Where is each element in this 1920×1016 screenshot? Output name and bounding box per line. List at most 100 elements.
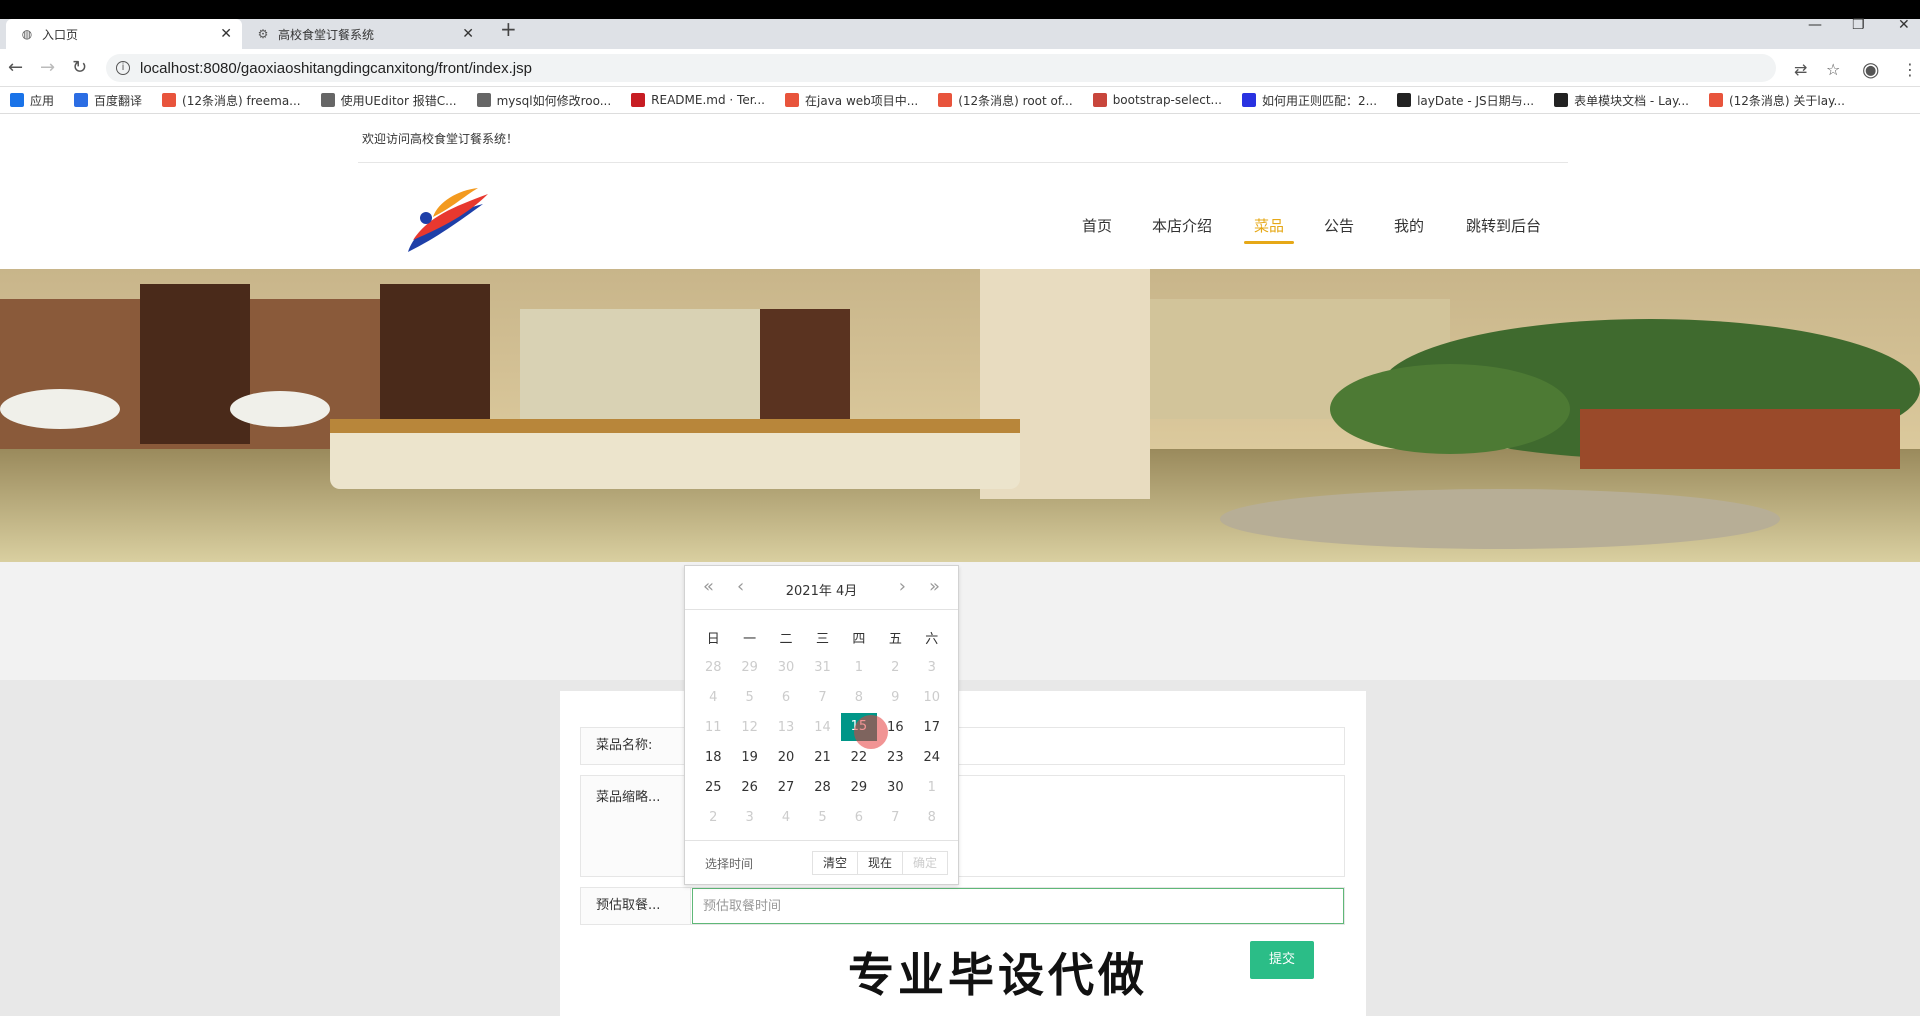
bookmark-item[interactable]: (12条消息) root of...	[938, 92, 1073, 109]
calendar-day[interactable]: 25	[695, 772, 731, 802]
calendar-day[interactable]: 18	[695, 742, 731, 772]
layui-icon	[1554, 93, 1569, 107]
calendar-day[interactable]: 4	[768, 802, 804, 832]
calendar-day[interactable]: 20	[768, 742, 804, 772]
next-month-icon[interactable]: ›	[899, 576, 906, 597]
calendar-day-label: 25	[704, 779, 722, 795]
calendar-day[interactable]: 8	[914, 802, 950, 832]
calendar-day[interactable]: 6	[841, 802, 877, 832]
next-year-icon[interactable]: »	[929, 576, 940, 597]
divider	[358, 162, 1568, 163]
select-time-link[interactable]: 选择时间	[705, 855, 753, 872]
tab-entry[interactable]: ◍ 入口页 ✕	[6, 19, 242, 49]
nav-admin[interactable]: 跳转到后台	[1456, 214, 1551, 254]
calendar-day-label: 22	[850, 749, 868, 765]
calendar-day[interactable]: 7	[804, 682, 840, 712]
calendar-day[interactable]: 13	[768, 712, 804, 742]
watermark-text: 专业毕设代做	[848, 948, 1148, 1002]
weekday-label: 三	[815, 631, 829, 647]
calendar-day[interactable]: 26	[731, 772, 767, 802]
calendar-day[interactable]: 1	[914, 772, 950, 802]
calendar-day[interactable]: 17	[914, 712, 950, 742]
nav-home[interactable]: 首页	[1072, 214, 1122, 254]
calendar-day[interactable]: 30	[768, 652, 804, 682]
calendar-day[interactable]: 3	[914, 652, 950, 682]
calendar-day[interactable]: 8	[841, 682, 877, 712]
bookmark-item[interactable]: 在java web项目中...	[785, 92, 918, 109]
bookmark-item[interactable]: 表单模块文档 - Lay...	[1554, 92, 1689, 109]
calendar-day[interactable]: 2	[695, 802, 731, 832]
calendar-day[interactable]: 24	[914, 742, 950, 772]
calendar-day[interactable]: 28	[695, 652, 731, 682]
confirm-button[interactable]: 确定	[901, 851, 948, 875]
close-icon[interactable]: ✕	[462, 26, 474, 42]
info-icon[interactable]: i	[116, 61, 130, 75]
close-icon[interactable]: ✕	[220, 26, 232, 42]
now-button[interactable]: 现在	[856, 851, 903, 875]
calendar-day[interactable]: 5	[731, 682, 767, 712]
forward-icon[interactable]: →	[40, 57, 55, 78]
reload-icon[interactable]: ↻	[72, 57, 87, 78]
calendar-day-label: 13	[777, 719, 795, 735]
nav-about[interactable]: 本店介绍	[1142, 214, 1222, 254]
calendar-day[interactable]: 7	[877, 802, 913, 832]
calendar-day[interactable]: 14	[804, 712, 840, 742]
calendar-day[interactable]: 1	[841, 652, 877, 682]
calendar-day[interactable]: 12	[731, 712, 767, 742]
calendar-day[interactable]: 19	[731, 742, 767, 772]
calendar-day-label: 24	[923, 749, 941, 765]
calendar-day[interactable]: 29	[841, 772, 877, 802]
nav-dishes[interactable]: 菜品	[1244, 214, 1295, 254]
calendar-day[interactable]: 10	[914, 682, 950, 712]
calendar-day[interactable]: 9	[877, 682, 913, 712]
bookmark-item[interactable]: 应用	[10, 92, 54, 109]
bookmark-item[interactable]: 使用UEditor 报错C...	[320, 92, 457, 109]
calendar-day[interactable]: 5	[804, 802, 840, 832]
calendar-day[interactable]: 2	[877, 652, 913, 682]
pickup-time-input[interactable]: 预估取餐时间	[692, 888, 1344, 924]
calendar-day-label: 23	[887, 749, 904, 765]
calendar-day[interactable]: 29	[731, 652, 767, 682]
calendar-day[interactable]: 30	[877, 772, 913, 802]
back-icon[interactable]: ←	[8, 57, 23, 78]
calendar-day[interactable]: 21	[804, 742, 840, 772]
year-month[interactable]: 2021年 4月	[685, 580, 958, 599]
minimize-icon[interactable]: —	[1808, 17, 1822, 33]
bookmark-item[interactable]: mysql如何修改roo...	[476, 92, 611, 109]
bookmark-label: 在java web项目中...	[805, 93, 919, 108]
bookmark-item[interactable]: 如何用正则匹配：2...	[1241, 92, 1377, 109]
calendar-day[interactable]: 6	[768, 682, 804, 712]
bookmark-item[interactable]: bootstrap-select...	[1092, 93, 1222, 107]
calendar-day[interactable]: 28	[804, 772, 840, 802]
bookmark-item[interactable]: (12条消息) freema...	[162, 92, 301, 109]
calendar-day[interactable]: 27	[768, 772, 804, 802]
calendar-day[interactable]: 23	[877, 742, 913, 772]
profile-icon[interactable]: ◉	[1862, 57, 1879, 81]
tab-canteen[interactable]: ⚙ 高校食堂订餐系统 ✕	[242, 19, 484, 49]
nav-notice[interactable]: 公告	[1314, 214, 1364, 254]
nav-mine[interactable]: 我的	[1384, 214, 1434, 254]
calendar-day[interactable]: 3	[731, 802, 767, 832]
translate-icon[interactable]: ⇄	[1794, 60, 1807, 79]
bookmark-item[interactable]: layDate - JS日期与...	[1397, 92, 1534, 109]
bookmark-item[interactable]: 百度翻译	[74, 92, 142, 109]
calendar-day[interactable]: 11	[695, 712, 731, 742]
submit-button[interactable]: 提交	[1250, 941, 1314, 979]
restore-icon[interactable]: ❐	[1852, 17, 1865, 33]
star-icon[interactable]: ☆	[1826, 60, 1840, 79]
content-bg	[0, 562, 1920, 680]
calendar-day-label: 27	[777, 779, 795, 795]
bookmark-item[interactable]: README.md · Ter...	[631, 93, 765, 107]
calendar-day[interactable]: 4	[695, 682, 731, 712]
menu-icon[interactable]: ⋮	[1902, 60, 1918, 79]
bookmark-item[interactable]: (12条消息) 关于lay...	[1708, 92, 1845, 109]
close-window-icon[interactable]: ✕	[1898, 17, 1910, 33]
calendar-day[interactable]: 31	[804, 652, 840, 682]
address-bar[interactable]: i localhost:8080/gaoxiaoshitangdingcanxi…	[106, 54, 1776, 82]
bookmark-label: (12条消息) 关于lay...	[1728, 93, 1845, 108]
calendar-day-label: 8	[927, 809, 936, 825]
clear-button[interactable]: 清空	[811, 851, 858, 875]
weekday-label: 五	[888, 631, 902, 647]
new-tab-button[interactable]: +	[500, 17, 517, 41]
calendar-day-label: 12	[741, 719, 758, 735]
